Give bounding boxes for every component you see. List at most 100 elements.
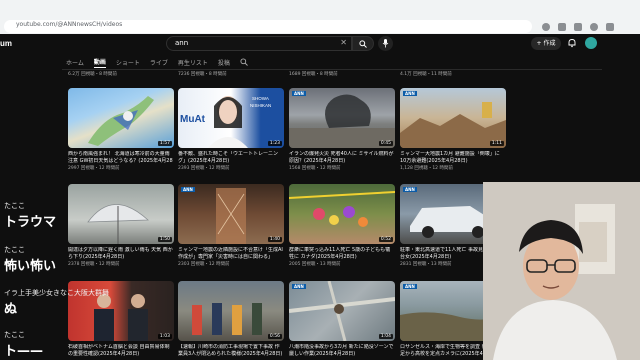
tabs-divider [62, 69, 602, 70]
streamer-graphic [483, 182, 640, 360]
video-thumbnail-memorial-flowers[interactable]: 0:52 [289, 184, 395, 244]
video-thumbnail-weather-map[interactable]: 1:57 [68, 88, 174, 148]
search-button[interactable] [352, 36, 374, 51]
tower-graphic [216, 188, 246, 244]
video-card[interactable]: 1:50 開達は夕方以降に遅く雨 激しい雨も 天気 西から下り(2025年4月2… [68, 184, 174, 267]
voice-search-button[interactable] [378, 36, 393, 51]
video-meta: 2393 回視聴・12 時間前 [178, 166, 230, 171]
video-meta: 2997 回視聴・12 時間前 [68, 166, 120, 171]
video-title[interactable]: 石破首相がベトナム首脳と会談 自由貿易体制の重要性確認(2025年4月28日) [68, 344, 174, 357]
video-card[interactable]: 0:56 【速報】川崎市の消防工事現場で置下事故 作業員3人が閉込められた模様(… [178, 281, 284, 357]
video-duration: 1:23 [267, 141, 282, 146]
tab-posts[interactable]: 投稿 [218, 58, 230, 67]
youtube-header: um ann ✕ + 作成 [0, 34, 640, 54]
comment-author: イラ上手美少女きなこ大阪大群舞 [4, 289, 109, 297]
search-query: ann [175, 39, 189, 47]
mic-icon [382, 39, 389, 48]
rescuers-graphic [192, 303, 262, 335]
video-card[interactable]: MuAt SHOWA NISHIKAN 1:23 番不敵、盛れた時こそ「ウエートトレ… [178, 88, 284, 171]
browser-chrome: youtube.com/@ANNnewsCH/videos [0, 0, 640, 34]
video-meta: 2378 回視聴・12 時間前 [68, 262, 120, 267]
video-card[interactable]: 1:57 西から南風強まれ！ 北海道は寒冷前の大量雨注意 GW初日天気はどうなる… [68, 88, 174, 171]
svg-text:NISHIKAN: NISHIKAN [250, 103, 271, 108]
video-meta: 1568 回視聴・12 時間前 [289, 166, 341, 171]
smoke-graphic [289, 94, 395, 148]
video-thumbnail-quake-site[interactable]: ANN 1:40 [178, 184, 284, 244]
comment-text: ト—— [4, 344, 44, 359]
clear-search-icon[interactable]: ✕ [340, 38, 347, 47]
video-meta: 4.1万 回視聴・11 時間前 [400, 72, 452, 77]
video-thumbnail-collapsed-building[interactable]: ANN 1:11 [400, 88, 506, 148]
video-meta: 2303 回視聴・12 時間前 [178, 262, 230, 267]
address-bar-url: youtube.com/@ANNnewsCH/videos [16, 21, 123, 28]
video-thumbnail-explosion[interactable]: ANN 0:45 [289, 88, 395, 148]
create-button[interactable]: + 作成 [531, 37, 561, 50]
rubble-graphic [400, 102, 506, 148]
video-title[interactable]: 八潮市陥没事故から3カ月 新たに陥没ゾーンで厳しい作業(2025年4月28日) [289, 344, 395, 357]
search-icon [359, 40, 367, 48]
comment-text: 怖い怖い [4, 259, 57, 274]
video-meta: 7236 回視聴・8 時間前 [178, 72, 227, 77]
account-avatar[interactable] [585, 37, 597, 49]
profile-icon[interactable] [590, 22, 598, 31]
youtube-logo[interactable]: um [0, 39, 12, 48]
channel-search-icon[interactable] [240, 58, 248, 66]
ann-logo: ANN [181, 187, 195, 192]
video-duration: 1:11 [489, 141, 504, 146]
chat-comment: たここ ト—— [4, 330, 43, 359]
video-duration: 1:57 [157, 141, 172, 146]
svg-text:SHOWA: SHOWA [252, 96, 269, 101]
video-title[interactable]: 【速報】川崎市の消防工事現場で置下事故 作業員3人が閉込められた模様(2025年… [178, 344, 284, 357]
video-title[interactable]: 群衆に車突っ込み11人死亡 5歳の子どもも犠牲に カナダ(2025年4月28日) [289, 247, 395, 260]
tab-shorts[interactable]: ショート [116, 58, 140, 67]
comment-text: ぬ [4, 302, 18, 317]
tab-playlists[interactable]: 再生リスト [178, 58, 208, 67]
video-card[interactable]: ANN 1:04 八潮市陥没事故から3カ月 新たに陥没ゾーンで厳しい作業(202… [289, 281, 395, 357]
video-title[interactable]: ミャンマー地震の近隣施設に不合意け「生成AI作成が」専門家「災害時には自に関わる… [178, 247, 284, 260]
ann-logo: ANN [292, 91, 306, 96]
video-card[interactable]: ANN 1:11 ミャンマー大地震1カ月 避難施設「倒壊」に10万余避難(202… [400, 88, 506, 171]
video-thumbnail-interview[interactable]: MuAt SHOWA NISHIKAN 1:23 [178, 88, 284, 148]
svg-text:MuAt: MuAt [180, 114, 206, 125]
star-icon[interactable] [542, 22, 550, 31]
video-card[interactable]: 0:52 群衆に車突っ込み11人死亡 5歳の子どもも犠牲に カナダ(2025年4… [289, 184, 395, 267]
channel-tabs: ホーム 動画 ショート ライブ 再生リスト 投稿 [66, 56, 248, 68]
aerial-graphic [289, 281, 395, 341]
umbrella-graphic [87, 204, 149, 244]
video-thumbnail-rescue[interactable]: 0:56 [178, 281, 284, 341]
video-duration: 1:04 [378, 334, 393, 339]
video-meta: 1,128 回視聴・12 時間前 [400, 166, 453, 171]
video-meta: 6.2万 回視聴・8 時間前 [68, 72, 117, 77]
search-input[interactable]: ann ✕ [166, 36, 352, 51]
tab-live[interactable]: ライブ [150, 58, 168, 67]
comment-text: トラウマ [4, 215, 57, 230]
video-card[interactable]: ANN 1:40 ミャンマー地震の近隣施設に不合意け「生成AI作成が」専門家「災… [178, 184, 284, 267]
address-bar[interactable]: youtube.com/@ANNnewsCH/videos [4, 20, 532, 33]
extension-icon[interactable] [558, 22, 566, 31]
chat-comment: イラ上手美少女きなこ大阪大群舞 ぬ [4, 288, 109, 317]
video-thumbnail-aerial-sinkhole[interactable]: ANN 1:04 [289, 281, 395, 341]
notifications-bell-icon[interactable] [567, 38, 577, 48]
chat-comment: たここ トラウマ [4, 201, 56, 230]
comment-author: たここ [4, 331, 25, 339]
menu-icon[interactable] [606, 22, 614, 31]
video-duration: 1:03 [157, 334, 172, 339]
video-title[interactable]: 開達は夕方以降に遅く雨 激しい雨も 天気 西から下り(2025年4月28日) [68, 247, 174, 260]
video-card[interactable]: ANN 0:45 イランの爆発火災 死者40人に ミサイル燃料が原因？(2025… [289, 88, 395, 171]
video-title[interactable]: イランの爆発火災 死者40人に ミサイル燃料が原因？(2025年4月28日) [289, 151, 395, 164]
video-meta: 2005 回視聴・13 時間前 [289, 262, 341, 267]
video-title[interactable]: 番不敵、盛れた時こそ「ウエートトレーニング」(2025年4月28日) [178, 151, 284, 164]
video-duration: 1:40 [267, 237, 282, 242]
ann-logo: ANN [403, 91, 417, 96]
ann-logo: ANN [403, 284, 417, 289]
tab-home[interactable]: ホーム [66, 58, 84, 67]
video-duration: 1:50 [157, 237, 172, 242]
tab-videos[interactable]: 動画 [93, 57, 106, 68]
video-title[interactable]: 西から南風強まれ！ 北海道は寒冷前の大量雨注意 GW初日天気はどうなる？(202… [68, 151, 174, 164]
webcam-overlay [483, 182, 640, 360]
video-thumbnail-umbrella[interactable]: 1:50 [68, 184, 174, 244]
video-title[interactable]: ミャンマー大地震1カ月 避難施設「倒壊」に10万余避難(2025年4月28日) [400, 151, 506, 164]
chat-comment: たここ 怖い怖い [4, 245, 56, 274]
browser-toolbar-icons [536, 20, 636, 33]
extension-icon[interactable] [574, 22, 582, 31]
